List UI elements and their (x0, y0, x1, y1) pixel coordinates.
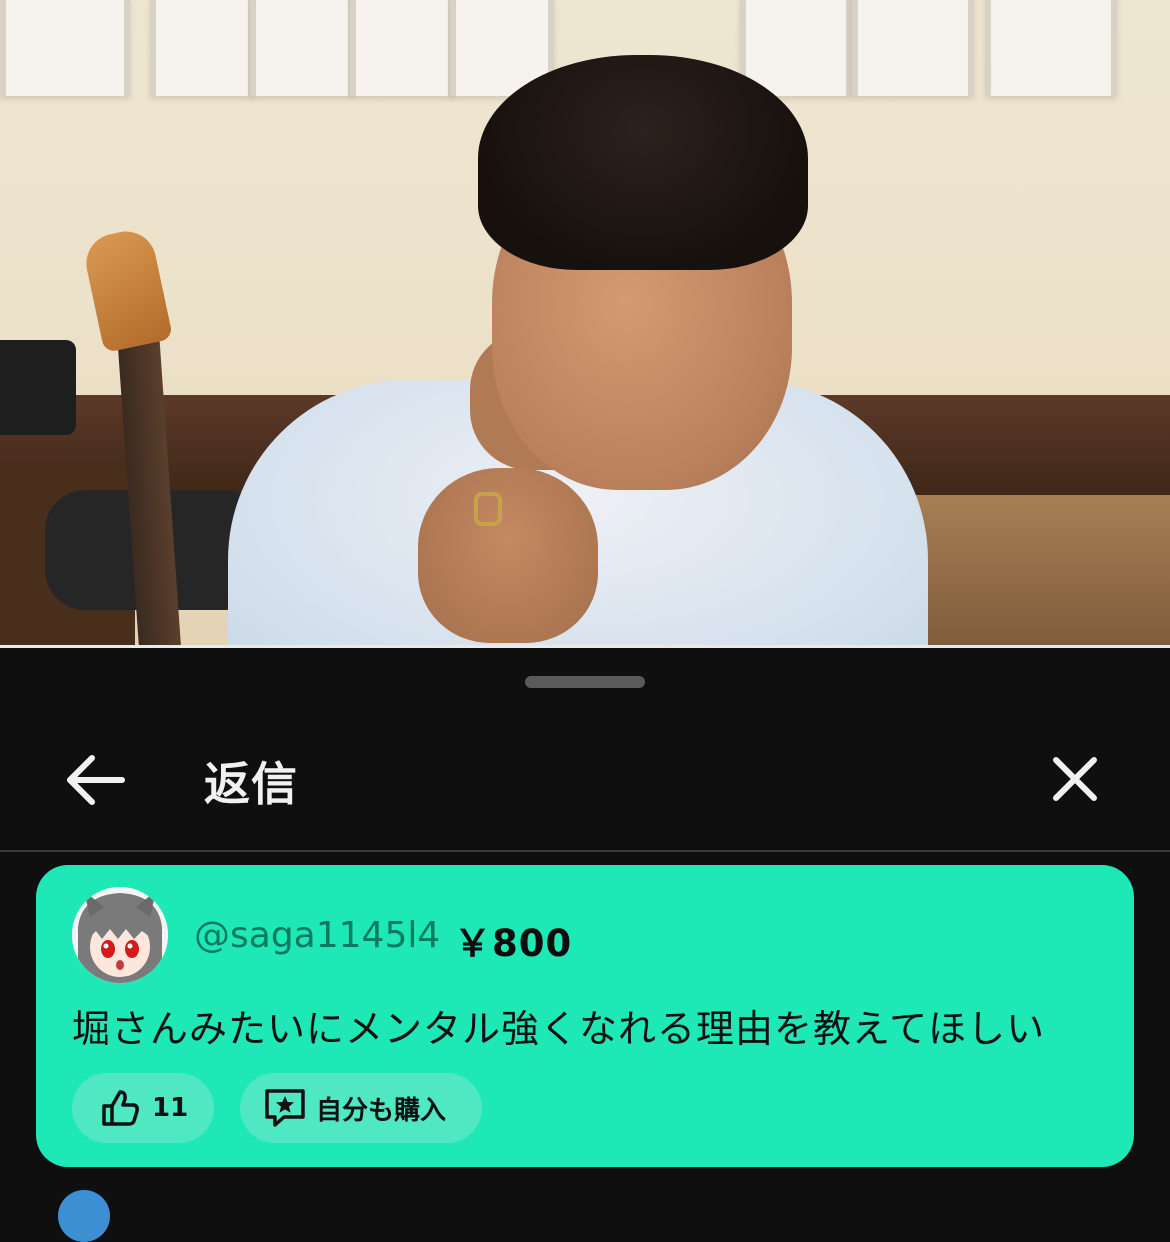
ring (474, 492, 502, 526)
drag-handle[interactable] (525, 676, 645, 688)
curtain (350, 0, 454, 96)
buy-too-button[interactable]: 自分も購入 (240, 1073, 482, 1143)
replies-panel: 返信 @saga1145l4 ￥800 堀さんみたいにメンタル強くなれる理由を教… (0, 650, 1170, 1242)
page-title: 返信 (204, 757, 298, 811)
comment-text: 堀さんみたいにメンタル強くなれる理由を教えてほしい (72, 1007, 1046, 1051)
close-button[interactable] (1046, 750, 1104, 808)
person-hair (478, 55, 808, 270)
curtain (150, 0, 254, 96)
back-button[interactable] (62, 750, 132, 810)
video-progress-line (0, 645, 1170, 648)
divider (0, 850, 1170, 852)
person-hand (418, 468, 598, 643)
thumb-up-icon (102, 1090, 139, 1126)
like-count: 11 (152, 1093, 189, 1123)
speaker (0, 340, 76, 435)
arrow-left-icon (67, 755, 125, 805)
avatar[interactable] (72, 887, 168, 983)
like-button[interactable]: 11 (72, 1073, 214, 1143)
commenter-handle[interactable]: @saga1145l4 (194, 915, 440, 956)
curtain (0, 0, 130, 96)
anime-avatar-icon (72, 887, 168, 983)
star-chat-icon (265, 1089, 305, 1127)
curtain (852, 0, 974, 96)
super-chat-card: @saga1145l4 ￥800 堀さんみたいにメンタル強くなれる理由を教えてほ… (36, 865, 1134, 1167)
guitar-headstock (80, 225, 174, 354)
curtain (250, 0, 354, 96)
buy-too-label: 自分も購入 (316, 1095, 447, 1126)
super-chat-amount: ￥800 (454, 922, 573, 965)
curtain (985, 0, 1117, 96)
close-icon (1053, 757, 1097, 801)
video-player[interactable] (0, 0, 1170, 648)
